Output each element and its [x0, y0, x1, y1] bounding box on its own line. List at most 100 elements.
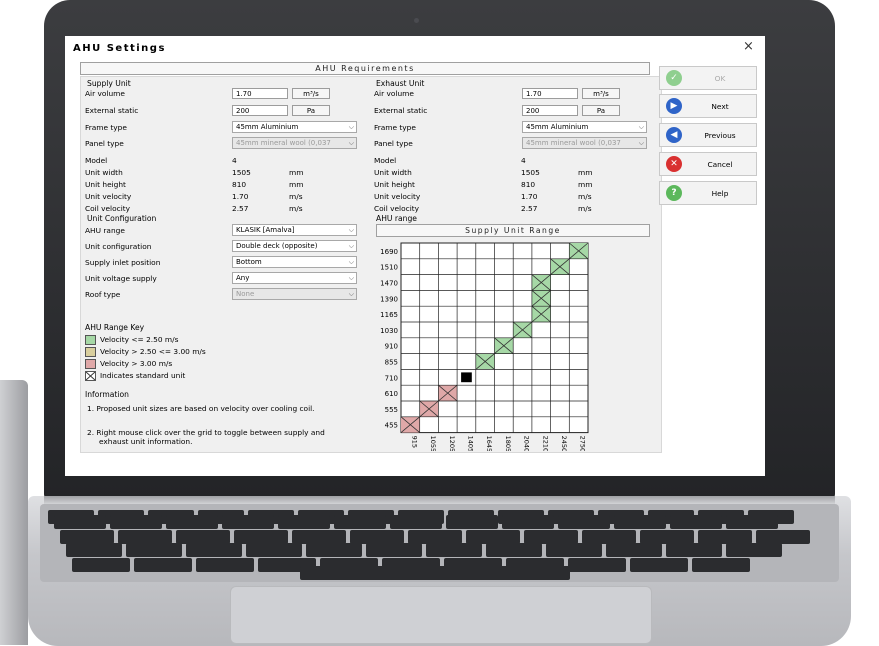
arrow-right-icon: ▶: [666, 98, 682, 114]
cancel-button[interactable]: ✕ Cancel: [659, 152, 757, 176]
keyboard-key: [408, 530, 462, 544]
exhaust-info-label: Unit height: [374, 180, 415, 189]
supply-panel-type-value: 45mm mineral wool (0,037: [236, 139, 331, 147]
supply-frame-type-select[interactable]: 45mm Aluminium ⌵: [232, 121, 357, 133]
range-key-label: Indicates standard unit: [100, 371, 186, 380]
information-heading: Information: [85, 390, 129, 399]
information-line: 1. Proposed unit sizes are based on velo…: [87, 404, 315, 413]
keyboard-key: [186, 543, 242, 557]
unit-voltage-supply-select[interactable]: Any ⌵: [232, 272, 357, 284]
ahu-range-grid[interactable]: 1690 1510 1470 1390 1165 1030 910 855 710 610 555 4…: [367, 241, 599, 451]
keyboard-key: [486, 543, 542, 557]
roof-type-select[interactable]: None ⌵: [232, 288, 357, 300]
keyboard-key: [614, 515, 666, 529]
keyboard-key: [630, 558, 688, 572]
ahu-range-select[interactable]: KLASIK [Amalva] ⌵: [232, 224, 357, 236]
keyboard-key: [110, 515, 162, 529]
keyboard-key: [234, 530, 288, 544]
keyboard-key: [222, 515, 274, 529]
supply-external-static-input[interactable]: 200: [232, 105, 288, 116]
supply-info-value: 4: [232, 156, 237, 165]
next-button-label: Next: [711, 102, 729, 111]
exhaust-frame-type-select[interactable]: 45mm Aluminium ⌵: [522, 121, 647, 133]
previous-button[interactable]: ◀ Previous: [659, 123, 757, 147]
chevron-down-icon: ⌵: [348, 290, 354, 298]
camera: [414, 18, 419, 23]
keyboard-key: [350, 530, 404, 544]
y-tick-label: 455: [385, 422, 398, 430]
x-tick-label: 2040: [523, 436, 531, 451]
exhaust-info-value: 1.70: [521, 192, 538, 201]
range-key-label: Velocity > 3.00 m/s: [100, 359, 173, 368]
supply-inlet-position-select[interactable]: Bottom ⌵: [232, 256, 357, 268]
range-key-swatch: [85, 371, 96, 381]
range-key-heading: AHU Range Key: [85, 323, 145, 332]
exhaust-info-value: 4: [521, 156, 526, 165]
exhaust-info-unit: mm: [578, 180, 593, 189]
y-tick-label: 1165: [380, 311, 398, 319]
roof-type-label: Roof type: [85, 290, 121, 299]
information-line: 2. Right mouse click over the grid to to…: [87, 428, 325, 437]
keyboard-key: [726, 515, 778, 529]
keyboard-key: [446, 515, 498, 529]
supply-info-label: Unit velocity: [85, 192, 132, 201]
keyboard-key: [582, 530, 636, 544]
exhaust-external-static-unit[interactable]: Pa: [582, 105, 620, 116]
exhaust-info-label: Model: [374, 156, 397, 165]
supply-unit-heading: Supply Unit: [87, 79, 131, 88]
exhaust-external-static-input[interactable]: 200: [522, 105, 578, 116]
keyboard-key: [292, 530, 346, 544]
supply-air-volume-label: Air volume: [85, 89, 125, 98]
ahu-range-value: KLASIK [Amalva]: [236, 226, 295, 234]
exhaust-air-volume-label: Air volume: [374, 89, 414, 98]
exhaust-air-volume-input[interactable]: 1.70: [522, 88, 578, 99]
trackpad: [230, 586, 652, 644]
exhaust-panel-type-label: Panel type: [374, 139, 413, 148]
supply-air-volume-unit[interactable]: m³/s: [292, 88, 330, 99]
keyboard-key: [558, 515, 610, 529]
exhaust-info-label: Unit width: [374, 168, 412, 177]
supply-info-unit: mm: [289, 180, 304, 189]
next-button[interactable]: ▶ Next: [659, 94, 757, 118]
chevron-down-icon: ⌵: [348, 123, 354, 131]
keyboard-key: [568, 558, 626, 572]
supply-info-label: Coil velocity: [85, 204, 131, 213]
section-title: AHU Requirements: [80, 62, 650, 75]
exhaust-info-label: Coil velocity: [374, 204, 420, 213]
supply-info-value: 1.70: [232, 192, 249, 201]
supply-panel-type-select[interactable]: 45mm mineral wool (0,037 ⌵: [232, 137, 357, 149]
keyboard: [40, 504, 839, 582]
x-tick-label: 2450: [560, 436, 568, 451]
chevron-down-icon: ⌵: [638, 123, 644, 131]
phone-edge: [0, 380, 28, 645]
keyboard-key: [670, 515, 722, 529]
chevron-down-icon: ⌵: [348, 242, 354, 250]
supply-info-value: 1505: [232, 168, 251, 177]
x-tick-label: 2750: [579, 436, 587, 451]
supply-info-label: Unit width: [85, 168, 123, 177]
exhaust-unit-heading: Exhaust Unit: [376, 79, 425, 88]
supply-info-value: 2.57: [232, 204, 249, 213]
ahu-range-heading: AHU range: [376, 214, 417, 223]
supply-air-volume-input[interactable]: 1.70: [232, 88, 288, 99]
keyboard-key: [66, 543, 122, 557]
exhaust-air-volume-unit[interactable]: m³/s: [582, 88, 620, 99]
keyboard-key: [118, 530, 172, 544]
exhaust-panel-type-select[interactable]: 45mm mineral wool (0,037 ⌵: [522, 137, 647, 149]
ok-button[interactable]: ✓ OK: [659, 66, 757, 90]
keyboard-key: [426, 543, 482, 557]
exhaust-panel-type-value: 45mm mineral wool (0,037: [526, 139, 621, 147]
y-tick-label: 610: [385, 390, 398, 398]
keyboard-key: [466, 530, 520, 544]
supply-external-static-unit[interactable]: Pa: [292, 105, 330, 116]
y-tick-label: 910: [385, 343, 398, 351]
close-icon[interactable]: ×: [743, 39, 754, 54]
exhaust-info-value: 810: [521, 180, 536, 189]
exhaust-info-label: Unit velocity: [374, 192, 421, 201]
unit-configuration-select[interactable]: Double deck (opposite) ⌵: [232, 240, 357, 252]
chart-title: Supply Unit Range: [376, 224, 650, 237]
help-button[interactable]: ? Help: [659, 181, 757, 205]
x-tick-label: 1645: [485, 436, 493, 451]
x-tick-label: 2210: [541, 436, 549, 451]
range-key-label: Velocity > 2.50 <= 3.00 m/s: [100, 347, 206, 356]
